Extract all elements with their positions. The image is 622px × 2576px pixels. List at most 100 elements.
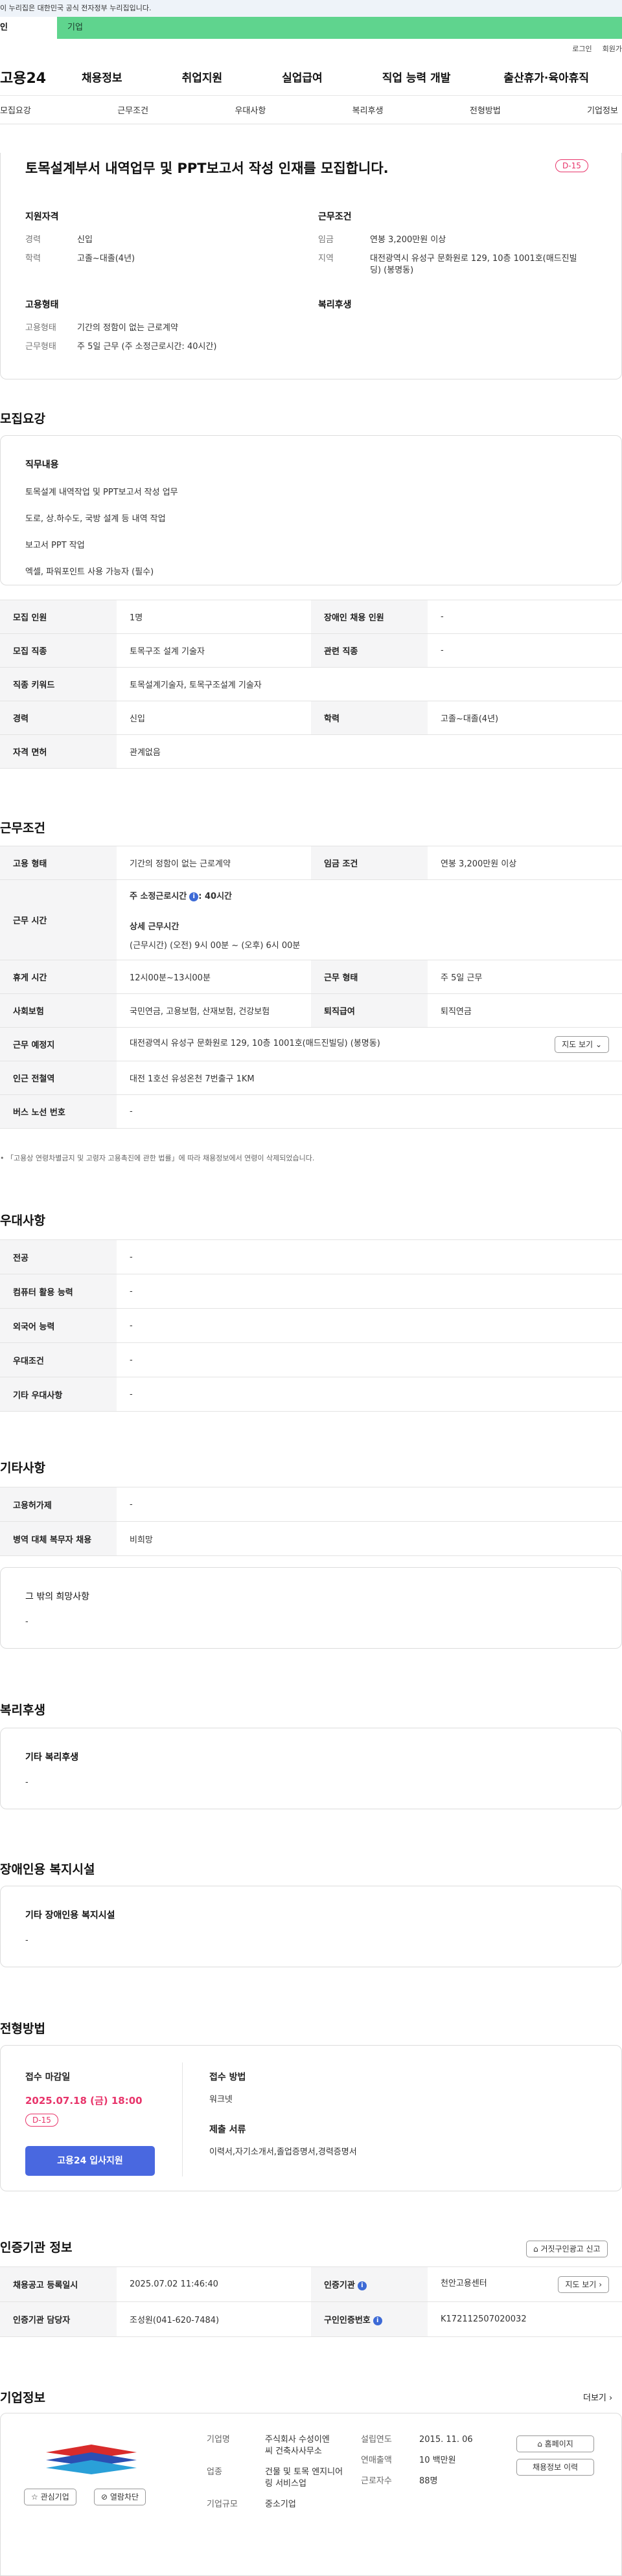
summary-conditions-block: 근무조건 임금 연봉 3,200만원 이상 지역 대전광역시 유성구 문화원로 12… <box>318 210 597 284</box>
qualification-title: 지원자격 <box>25 212 59 222</box>
table-row: 고용 형태 기간의 정함이 없는 근로계약 임금 조건 연봉 3,200만원 이… <box>0 846 622 880</box>
map-button[interactable]: 지도 보기 ⌄ <box>555 1035 609 1053</box>
welfare-heading: 복리후생 <box>0 1703 45 1717</box>
table-row: 근무 예정지 대전광역시 유성구 문화원로 129, 10층 1001호(매드진… <box>0 1027 622 1061</box>
preference-heading: 우대사항 <box>0 1214 45 1228</box>
global-nav: 고용24 채용정보 취업지원 실업급여 직업 능력 개발 출산휴가·육아휴직 <box>0 58 622 96</box>
recruit-heading: 모집요강 <box>0 412 45 426</box>
recruit-table: 모집 인원 1명 장애인 채용 인원 - 모집 직종 토목구조 설계 기술자 관… <box>0 600 622 769</box>
table-row: 외국어 능력 - <box>0 1308 622 1343</box>
selection-box: 접수 마감일 2025.07.18 (금) 18:00 D-15 고용24 입사… <box>0 2045 622 2191</box>
cert-map-button[interactable]: 지도 보기 › <box>558 2276 609 2293</box>
disabled-facility-heading: 장애인용 복지시설 <box>0 1862 95 1877</box>
age-notice: • 「고용상 연령차별금지 및 고령자 고용촉진에 관한 법률」에 따라 채용정… <box>0 1154 315 1162</box>
site-type-tabs: 인 기업 <box>0 17 622 39</box>
education-value: 고졸~대졸(4년) <box>77 254 135 264</box>
company-logo-image <box>46 2445 137 2474</box>
dday-badge: D-15 <box>25 2114 58 2127</box>
table-row: 고용허가제 - <box>0 1487 622 1522</box>
apply-method-value: 워크넷 <box>209 2095 233 2105</box>
table-row: 채용공고 등록일시 2025.07.02 11:46:40 인증기관 i 천안고용… <box>0 2266 622 2302</box>
info-icon[interactable]: i <box>189 892 199 901</box>
method-block: 접수 방법 워크넷 제출 서류 이력서,자기소개서,졸업증명서,경력증명서 <box>209 2070 572 2157</box>
location-value: 대전광역시 유성구 문화원로 129, 10층 1001호(매드진빌딩) (봉명… <box>370 254 577 275</box>
block-company-button[interactable]: ⊘ 열람차단 <box>94 2489 146 2505</box>
table-row: 경력 신입 학력 고졸~대졸(4년) <box>0 701 622 735</box>
job-description-box: 직무내용 토목설계 내역작업 및 PPT보고서 작성 업무 도로, 상.하수도,… <box>0 435 622 585</box>
other-hopes-title: 그 밖의 희망사항 <box>25 1592 90 1602</box>
gnb-item-parental-leave[interactable]: 출산휴가·육아휴직 <box>503 69 589 85</box>
employment-type-value: 기간의 정함이 없는 근로계약 <box>77 323 178 333</box>
table-row: 버스 노선 번호 - <box>0 1094 622 1129</box>
utility-nav: 로그인 회원가 <box>0 39 622 58</box>
table-row: 휴게 시간 12시00분~13시00분 근무 형태 주 5일 근무 <box>0 960 622 994</box>
home-icon: ⌂ <box>537 2439 542 2448</box>
dday-badge: D-15 <box>555 159 588 172</box>
disabled-facility-box: 기타 장애인용 복지시설 - <box>0 1886 622 1967</box>
deadline-date: 2025.07.18 (금) 18:00 <box>25 2095 143 2107</box>
wage-value: 연봉 3,200만원 이상 <box>370 235 446 245</box>
etc-table: 고용허가제 - 병역 대체 복무자 채용 비희망 <box>0 1487 622 1556</box>
post-title: 토목설계부서 내역업무 및 PPT보고서 작성 인재를 모집합니다. <box>25 161 389 176</box>
report-fake-ad-button[interactable]: ⌂ 거짓구인광고 신고 <box>526 2241 608 2257</box>
table-row: 자격 면허 관계없음 <box>0 734 622 769</box>
info-icon[interactable]: i <box>357 2281 367 2290</box>
gnb-item-vocational-training[interactable]: 직업 능력 개발 <box>382 69 451 85</box>
company-card: ☆ 관심기업 ⊘ 열람차단 기업명 주식회사 수성이엔씨 건축사사무소 업종 건물 … <box>0 2413 622 2576</box>
selection-heading: 전형방법 <box>0 2022 45 2036</box>
cert-table: 채용공고 등록일시 2025.07.02 11:46:40 인증기관 i 천안고용… <box>0 2266 622 2337</box>
anchor-preferences[interactable]: 우대사항 <box>235 104 266 116</box>
company-more-link[interactable]: 더보기 › <box>583 2391 612 2403</box>
cert-heading: 인증기관 정보 <box>0 2241 73 2255</box>
anchor-company[interactable]: 기업정보 <box>587 104 618 116</box>
etc-heading: 기타사항 <box>0 1461 45 1475</box>
table-row: 인근 전철역 대전 1호선 유성온천 7번출구 1KM <box>0 1061 622 1095</box>
employment-type-title: 고용형태 <box>25 300 59 310</box>
table-row: 우대조건 - <box>0 1342 622 1377</box>
gnb-item-jobs[interactable]: 채용정보 <box>82 69 122 85</box>
job-description-title: 직무내용 <box>25 460 59 470</box>
tab-individual[interactable]: 인 <box>0 17 57 39</box>
work-shape-value: 주 5일 근무 (주 소정근로시간: 40시간) <box>77 342 217 352</box>
anchor-work-conditions[interactable]: 근무조건 <box>117 104 148 116</box>
table-row: 인증기관 담당자 조성원(041-620-7484) 구인인증번호 i K1721… <box>0 2301 622 2337</box>
chevron-right-icon: › <box>599 2279 602 2289</box>
company-heading: 기업정보 <box>0 2391 45 2405</box>
anchor-selection[interactable]: 전형방법 <box>470 104 501 116</box>
job-line: 보고서 PPT 작업 <box>25 541 85 550</box>
table-row: 직종 키워드 토목설계기술자, 토목구조설계 기술자 <box>0 667 622 701</box>
job-line: 엑셀, 파워포인트 사용 가능자 (필수) <box>25 567 154 577</box>
anchor-recruit[interactable]: 모집요강 <box>0 104 31 116</box>
site-logo[interactable]: 고용24 <box>0 67 71 87</box>
tab-corporate[interactable]: 기업 <box>57 17 622 39</box>
job-history-button[interactable]: 채용정보 이력 <box>516 2459 594 2476</box>
gnb-item-unemployment-benefit[interactable]: 실업급여 <box>282 69 323 85</box>
join-link[interactable]: 회원가 <box>603 43 622 54</box>
work-table: 고용 형태 기간의 정함이 없는 근로계약 임금 조건 연봉 3,200만원 이… <box>0 846 622 1129</box>
block-icon: ⊘ <box>101 2492 108 2502</box>
login-link[interactable]: 로그인 <box>572 43 592 54</box>
company-logo <box>40 2443 143 2477</box>
favorite-company-button[interactable]: ☆ 관심기업 <box>24 2489 76 2505</box>
table-row: 모집 직종 토목구조 설계 기술자 관련 직종 - <box>0 633 622 668</box>
company-name: 주식회사 수성이엔씨 건축사사무소 <box>265 2435 330 2456</box>
gnb-item-employment-support[interactable]: 취업지원 <box>182 69 223 85</box>
info-icon[interactable]: i <box>373 2316 382 2325</box>
table-row: 컴퓨터 활용 능력 - <box>0 1274 622 1309</box>
job-line: 도로, 상.하수도, 국방 설계 등 내역 작업 <box>25 514 166 524</box>
employment-type-block: 고용형태 고용형태 기간의 정함이 없는 근로계약 근무형태 주 5일 근무 (주 … <box>25 298 297 360</box>
work-location: 대전광역시 유성구 문화원로 129, 10층 1001호(매드진빌딩) (봉명… <box>130 1038 380 1048</box>
table-row: 병역 대체 복무자 채용 비희망 <box>0 1521 622 1556</box>
documents-value: 이력서,자기소개서,졸업증명서,경력증명서 <box>209 2147 357 2157</box>
table-row: 모집 인원 1명 장애인 채용 인원 - <box>0 600 622 634</box>
apply-button[interactable]: 고용24 입사지원 <box>25 2146 155 2176</box>
qualification-block: 지원자격 경력 신입 학력 고졸~대졸(4년) <box>25 210 284 272</box>
chevron-down-icon: ⌄ <box>595 1039 602 1049</box>
homepage-button[interactable]: ⌂ 홈페이지 <box>516 2435 594 2452</box>
anchor-welfare[interactable]: 복리후생 <box>352 104 384 116</box>
gov-notice-bar: 이 누리집은 대한민국 공식 전자정부 누리집입니다. <box>0 0 622 17</box>
table-row: 전공 - <box>0 1239 622 1274</box>
career-value: 신입 <box>77 235 93 245</box>
chevron-right-icon: › <box>609 2393 613 2403</box>
section-anchor-nav: 모집요강 근무조건 우대사항 복리후생 전형방법 기업정보 <box>0 96 622 124</box>
